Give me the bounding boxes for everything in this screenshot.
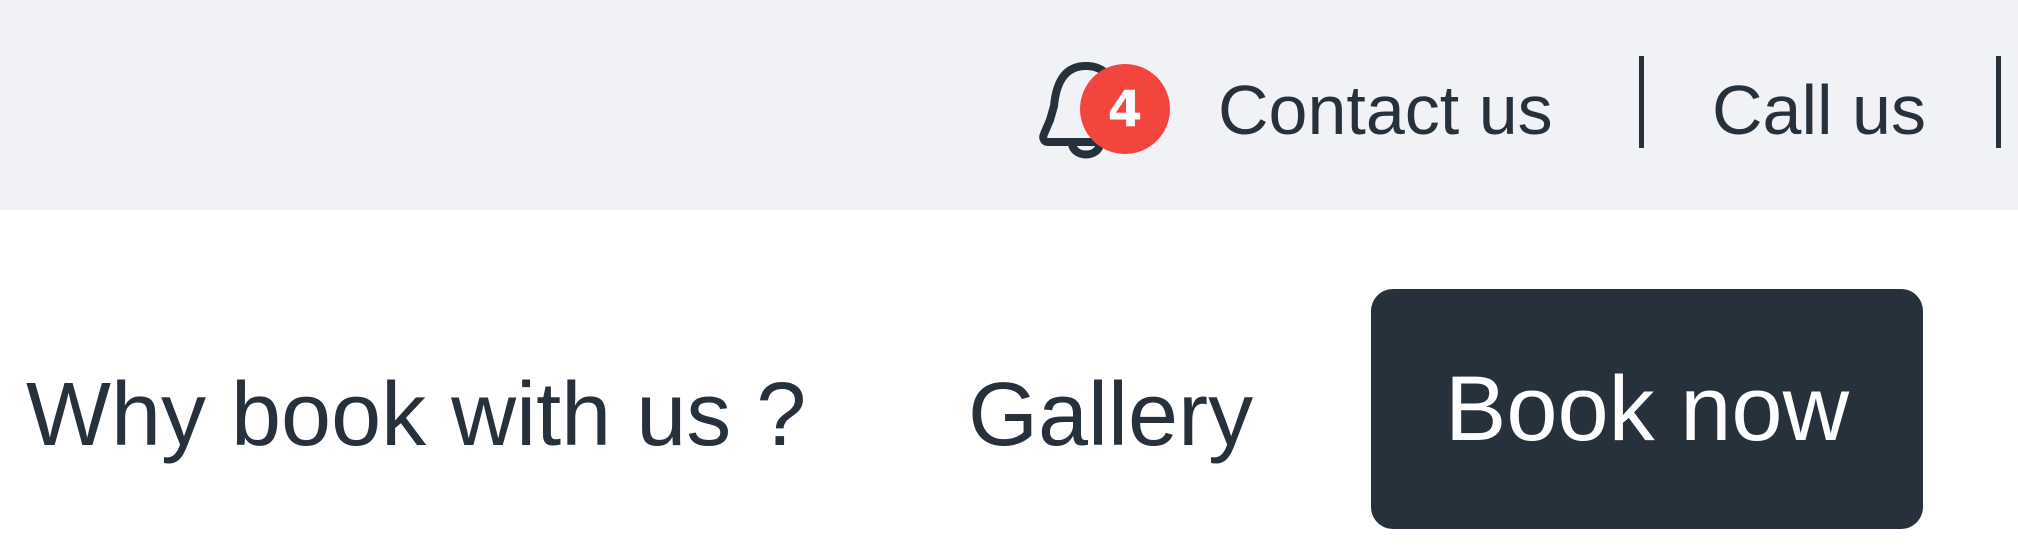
gallery-link[interactable]: Gallery bbox=[968, 360, 1253, 470]
divider bbox=[1639, 56, 1644, 148]
why-book-link[interactable]: Why book with us ? bbox=[26, 360, 806, 470]
notification-count-badge: 4 bbox=[1080, 64, 1170, 154]
book-now-button[interactable]: Book now bbox=[1371, 289, 1923, 529]
top-bar: 4 Contact us Call us bbox=[0, 0, 2018, 210]
notifications-button[interactable]: 4 bbox=[1030, 50, 1170, 170]
contact-us-link[interactable]: Contact us bbox=[1218, 60, 1553, 160]
call-us-link[interactable]: Call us bbox=[1712, 60, 1926, 160]
divider bbox=[1996, 56, 2001, 148]
